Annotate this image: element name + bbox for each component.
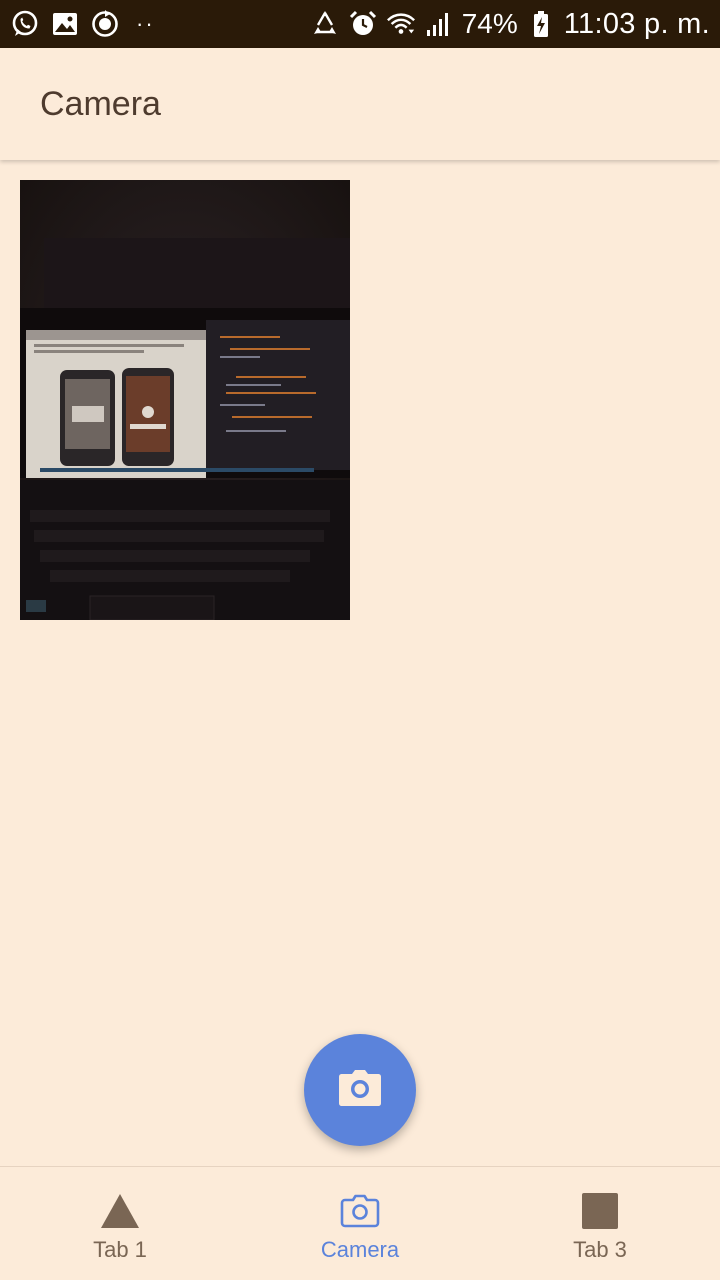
tab-1-label: Tab 1 [93,1237,147,1262]
status-right-icons: 74% 11:03 p. m. [310,9,710,39]
clock: 11:03 p. m. [563,7,710,40]
status-bar: ·· 74% 11:03 p. m. [0,0,720,48]
tab-3-label: Tab 3 [573,1237,627,1262]
page-title: Camera [40,85,161,123]
tab-1[interactable]: Tab 1 [0,1167,240,1280]
alarm-icon [348,9,378,39]
triangle-icon [100,1193,140,1229]
sync-icon [90,9,120,39]
app-bar: Camera [0,48,720,160]
tab-camera[interactable]: Camera [240,1167,480,1280]
whatsapp-icon [10,9,40,39]
tab-camera-label: Camera [320,1237,400,1262]
camera-icon [340,1193,380,1229]
app-screen: ·· 74% 11:03 p. m. Camera Tab 1 Camera T… [0,0,720,1280]
wifi-icon [386,9,416,39]
photo-image [20,180,350,620]
camera-icon [337,1068,383,1113]
tab-bar: Tab 1 Camera Tab 3 [0,1166,720,1280]
more-dots-icon: ·· [136,11,155,36]
square-icon [582,1193,618,1229]
signal-icon [424,9,454,39]
battery-percent: 74% [461,8,518,39]
battery-charging-icon [526,9,556,39]
status-left-icons: ·· [10,9,155,39]
recycle-icon [310,9,340,39]
gallery-icon [50,9,80,39]
photo-thumbnail[interactable] [20,180,350,620]
tab-3[interactable]: Tab 3 [480,1167,720,1280]
take-photo-button[interactable] [304,1034,416,1146]
